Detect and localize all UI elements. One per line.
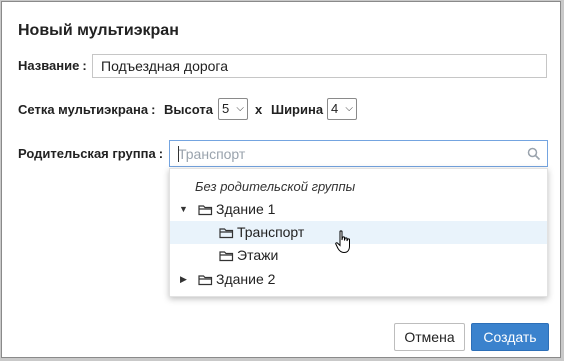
- chevron-down-icon: ⌵: [236, 103, 244, 114]
- parent-group-search-input[interactable]: Транспорт: [169, 140, 548, 167]
- collapsed-caret-icon[interactable]: ▶: [180, 268, 187, 291]
- name-input[interactable]: [92, 54, 547, 78]
- name-label: Название:: [18, 58, 87, 73]
- height-select[interactable]: 5 ⌵: [218, 98, 248, 120]
- expanded-caret-icon[interactable]: ▼: [179, 198, 188, 221]
- new-multiscreen-dialog: Новый мультиэкран Название: Сетка мульти…: [1, 1, 561, 358]
- text-caret: [178, 146, 179, 162]
- no-parent-group-option[interactable]: Без родительской группы: [195, 175, 355, 198]
- tree-item-floors[interactable]: Этажи: [170, 244, 547, 267]
- search-icon: [527, 147, 541, 161]
- folder-icon: [219, 251, 234, 262]
- tree-item-transport[interactable]: Транспорт: [170, 221, 547, 244]
- tree-item-building-2[interactable]: ▶ Здание 2: [170, 268, 547, 291]
- folder-icon: [198, 205, 213, 216]
- dialog-title: Новый мультиэкран: [18, 22, 179, 39]
- folder-icon: [219, 228, 234, 239]
- height-label: Высота: [164, 102, 213, 117]
- x-separator: x: [255, 102, 263, 117]
- parent-group-dropdown: Без родительской группы ▼ Здание 1 Транс…: [169, 168, 548, 297]
- chevron-down-icon: ⌵: [345, 103, 353, 114]
- hand-pointer-icon: [335, 230, 350, 254]
- parent-group-label: Родительская группа:: [18, 146, 164, 161]
- folder-icon: [198, 275, 213, 286]
- cancel-button[interactable]: Отмена: [394, 323, 465, 351]
- width-select[interactable]: 4 ⌵: [327, 98, 357, 120]
- grid-label: Сетка мультиэкрана:: [18, 102, 156, 117]
- width-select-value: 4: [331, 101, 339, 116]
- tree-item-building-1[interactable]: ▼ Здание 1: [170, 198, 547, 221]
- create-button[interactable]: Создать: [471, 323, 549, 351]
- height-select-value: 5: [222, 101, 230, 116]
- width-label: Ширина: [271, 102, 324, 117]
- parent-group-placeholder: Транспорт: [178, 146, 246, 162]
